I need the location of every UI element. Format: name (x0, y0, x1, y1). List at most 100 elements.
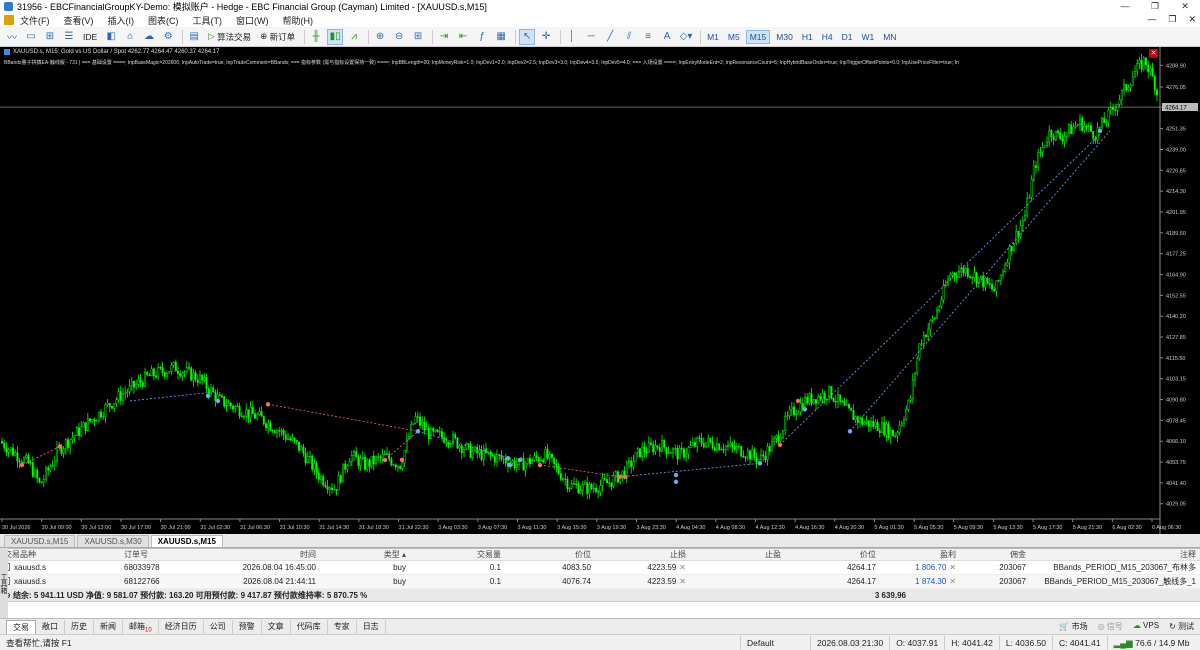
timeframe-h4[interactable]: H4 (819, 30, 836, 44)
tab-alerts[interactable]: 预警 (233, 619, 262, 634)
tester-link[interactable]: ↻ 测试 (1169, 621, 1194, 632)
price-tick-label: 4164.90 (1166, 273, 1186, 279)
table-row[interactable]: xauusd.s 68033978 2026.08.04 16:45:00 bu… (0, 561, 1200, 575)
child-minimize-button[interactable]: — (1147, 14, 1156, 25)
price-chart-canvas[interactable]: 4288.90 4276.05 4264.17 4251.35 4239.00 4226.… (0, 47, 1200, 534)
timeframe-m5[interactable]: M5 (725, 30, 743, 44)
timeframe-h1[interactable]: H1 (799, 30, 816, 44)
signals-link[interactable]: ◎ 信号 (1098, 621, 1123, 632)
market-watch-icon[interactable]: ⊞ (42, 29, 58, 45)
close-button[interactable]: ✕ (1170, 0, 1200, 13)
vertical-line-icon[interactable]: │ (564, 29, 580, 45)
table-row[interactable]: xauusd.s 68122766 2026.08.04 21:44:11 bu… (0, 575, 1200, 589)
cell-tp[interactable] (690, 575, 785, 588)
price-chart[interactable]: 4288.90 4276.05 4264.17 4251.35 4239.00 4226.… (0, 47, 1200, 534)
cell-tp[interactable] (690, 561, 785, 574)
horizontal-line-icon[interactable]: ─ (583, 29, 599, 45)
vps-link[interactable]: ☁ VPS (1133, 621, 1159, 632)
col-swap[interactable]: 佣金 (960, 549, 1030, 560)
auto-scroll-icon[interactable]: ⇥ (436, 29, 452, 45)
market-icon: 🛒 (1059, 622, 1070, 631)
depth-of-market-icon[interactable]: ▤ (186, 29, 202, 45)
col-volume[interactable]: 交易量 (410, 549, 505, 560)
tab-trade[interactable]: 交易 (6, 619, 36, 634)
channel-icon[interactable]: ⫽ (621, 29, 637, 45)
child-close-button[interactable]: ✕ (1188, 14, 1196, 25)
timeframe-d1[interactable]: D1 (839, 30, 856, 44)
timeframe-m1[interactable]: M1 (704, 30, 722, 44)
shapes-icon[interactable]: ◇▾ (678, 29, 694, 45)
menu-view[interactable]: 查看(V) (64, 14, 94, 27)
col-type[interactable]: 类型 ▴ (320, 549, 410, 560)
col-tp[interactable]: 止盈 (690, 549, 785, 560)
menu-file[interactable]: 文件(F) (20, 14, 50, 27)
tab-experts[interactable]: 专家 (328, 619, 357, 634)
text-label-icon[interactable]: A (659, 29, 675, 45)
cell-sl[interactable]: 4223.59 ✕ (595, 575, 690, 588)
zoom-in-icon[interactable]: ⊕ (372, 29, 388, 45)
zoom-out-icon[interactable]: ⊖ (391, 29, 407, 45)
col-profit[interactable]: 盈利 (880, 549, 960, 560)
tab-mailbox[interactable]: 邮箱10 (123, 619, 159, 634)
tab-journal[interactable]: 日志 (357, 619, 386, 634)
remove-ea-icon[interactable]: ✕ (1149, 49, 1158, 58)
trend-line-icon[interactable]: ╱ (602, 29, 618, 45)
fibonacci-icon[interactable]: ≡ (640, 29, 656, 45)
tab-news[interactable]: 新闻 (94, 619, 123, 634)
bar-chart-icon[interactable]: ╫ (308, 29, 324, 45)
profiles-icon[interactable]: ▭ (23, 29, 39, 45)
tab-exposure[interactable]: 敞口 (36, 619, 65, 634)
col-price[interactable]: 价位 (505, 549, 595, 560)
col-comment[interactable]: 注释 (1030, 549, 1200, 560)
crosshair-icon[interactable]: ✛ (538, 29, 554, 45)
tab-company[interactable]: 公司 (204, 619, 233, 634)
market-link[interactable]: 🛒 市场 (1059, 621, 1087, 632)
menu-window[interactable]: 窗口(W) (236, 14, 269, 27)
timeframe-m30[interactable]: M30 (773, 30, 796, 44)
col-ticket[interactable]: 订单号 (120, 549, 210, 560)
tile-windows-icon[interactable]: ⊞ (410, 29, 426, 45)
signals-icon[interactable]: ☁ (141, 29, 157, 45)
col-symbol[interactable]: 交易品种 (0, 549, 120, 560)
menu-insert[interactable]: 插入(I) (108, 14, 135, 27)
tab-articles[interactable]: 文章 (262, 619, 291, 634)
settings-icon[interactable]: ⚙ (160, 29, 176, 45)
data-window-icon[interactable]: ◧ (103, 29, 119, 45)
candle-body (333, 489, 336, 491)
close-position-icon[interactable]: ✕ (949, 577, 956, 586)
cell-sl[interactable]: 4223.59 ✕ (595, 561, 690, 574)
line-chart-icon[interactable]: ⩘ (346, 29, 362, 45)
cursor-icon[interactable]: ↖ (519, 28, 536, 45)
indicators-icon[interactable]: ƒ (474, 29, 490, 45)
navigator-icon[interactable]: ☰ (61, 29, 77, 45)
tab-calendar[interactable]: 经济日历 (159, 619, 204, 634)
minimize-button[interactable]: — (1110, 0, 1140, 13)
col-time[interactable]: 时间 (210, 549, 320, 560)
algo-trading-button[interactable]: ▷ 算法交易 (205, 29, 254, 45)
candlestick-icon[interactable]: ▮▯ (327, 28, 344, 45)
menu-tools[interactable]: 工具(T) (193, 14, 223, 27)
remove-sl-icon[interactable]: ✕ (679, 563, 686, 572)
templates-icon[interactable]: ▦ (493, 29, 509, 45)
child-restore-button[interactable]: ❐ (1168, 14, 1176, 25)
remove-sl-icon[interactable]: ✕ (679, 577, 686, 586)
tab-history[interactable]: 历史 (65, 619, 94, 634)
timeframe-w1[interactable]: W1 (858, 30, 877, 44)
menu-help[interactable]: 帮助(H) (283, 14, 314, 27)
chart-shift-icon[interactable]: ⇤ (455, 29, 471, 45)
timeframe-m15[interactable]: M15 (745, 29, 771, 44)
chart-type-icon[interactable]: 〰 (4, 29, 20, 45)
tab-codebase[interactable]: 代码库 (291, 619, 328, 634)
chart-tab-xauusd-m30[interactable]: XAUUSD.s,M30 (77, 535, 149, 547)
menu-charts[interactable]: 图表(C) (148, 14, 179, 27)
maximize-button[interactable]: ❐ (1140, 0, 1170, 13)
timeframe-mn[interactable]: MN (880, 30, 899, 44)
new-order-button[interactable]: ⊕ 新订单 (257, 29, 298, 45)
chart-tab-xauusd-m15-active[interactable]: XAUUSD.s,M15 (150, 535, 223, 547)
home-icon[interactable]: ⌂ (122, 29, 138, 45)
chart-tab-xauusd-m15[interactable]: XAUUSD.s,M15 (4, 535, 76, 547)
col-sl[interactable]: 止损 (595, 549, 690, 560)
col-current-price[interactable]: 价位 (785, 549, 880, 560)
ide-button[interactable]: IDE (80, 29, 100, 45)
close-position-icon[interactable]: ✕ (949, 563, 956, 572)
